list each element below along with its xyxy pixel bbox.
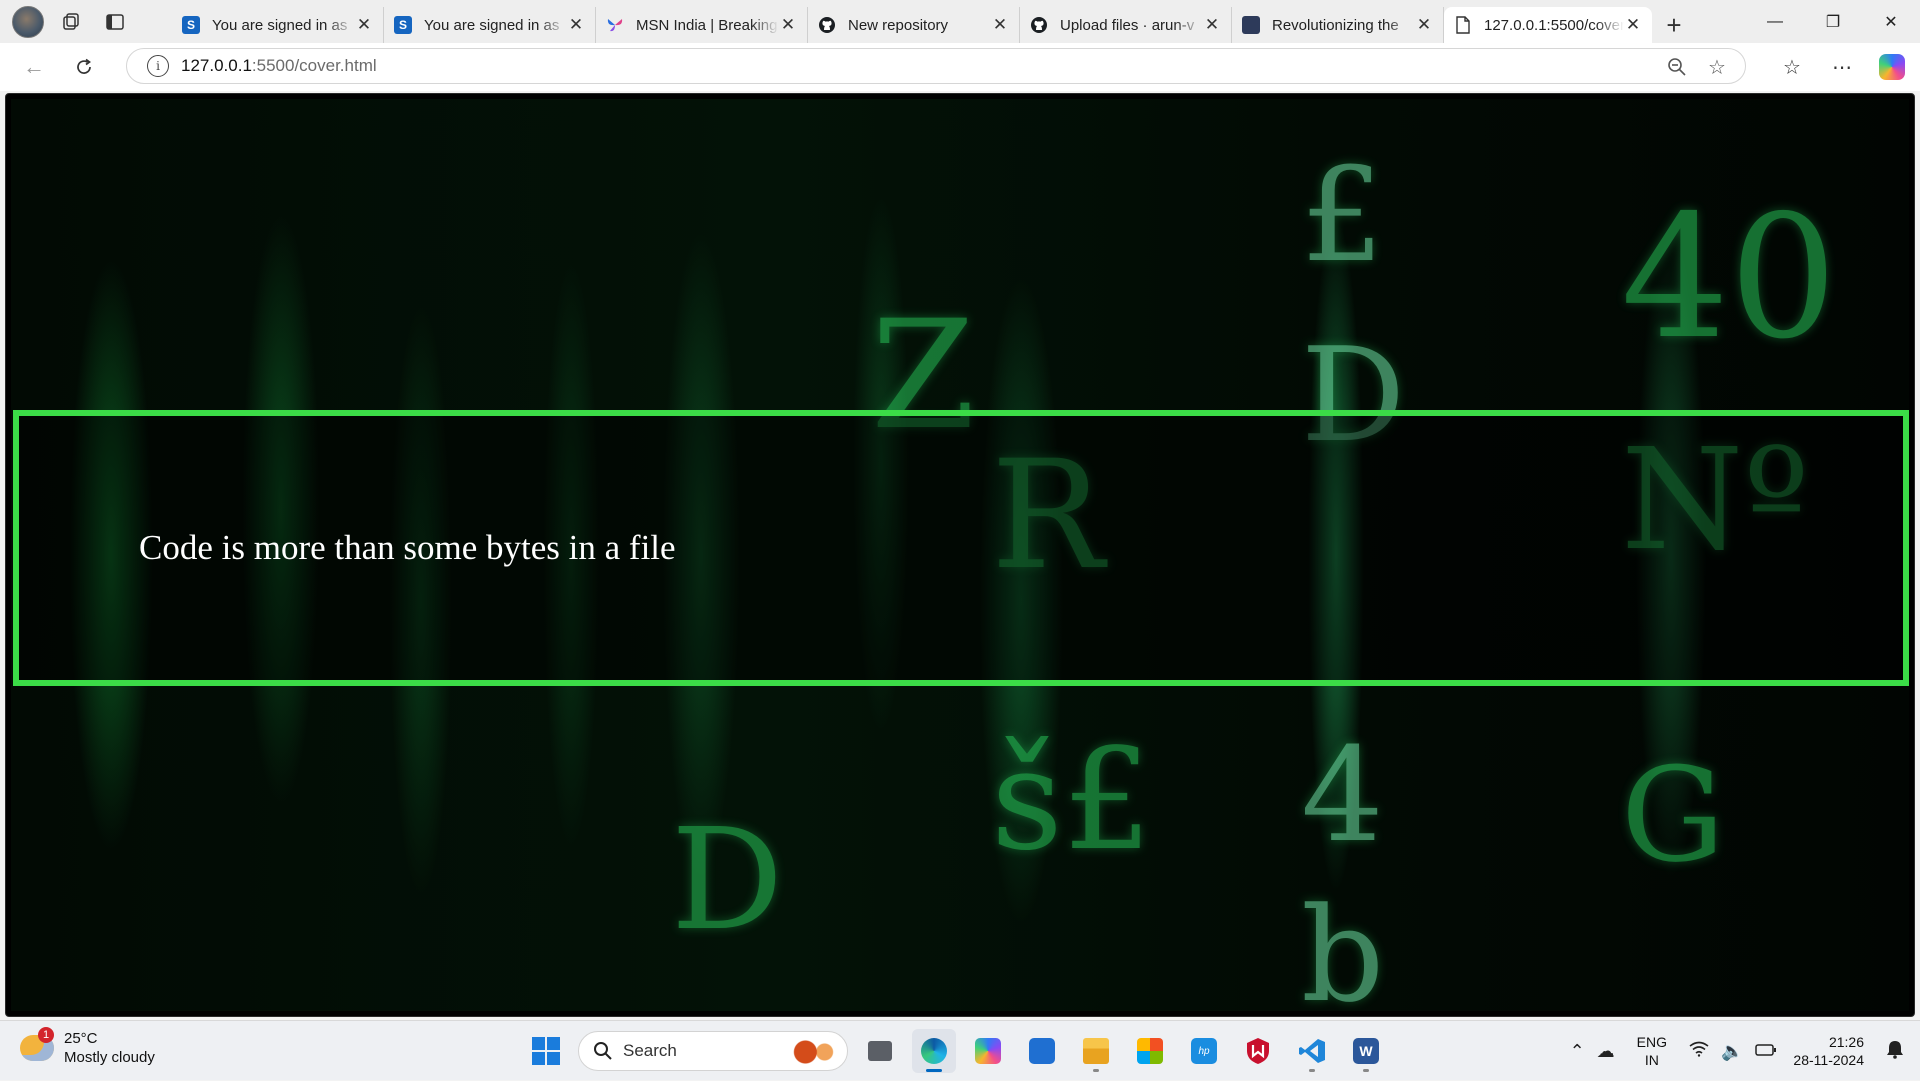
close-tab-icon[interactable]: ✕: [1415, 15, 1433, 35]
tab-title: Revolutionizing the: [1272, 16, 1399, 34]
close-tab-icon[interactable]: ✕: [991, 15, 1009, 35]
workspaces-icon[interactable]: [54, 5, 88, 39]
file-explorer-icon[interactable]: [1074, 1029, 1118, 1073]
tab-title: 127.0.0.1:5500/cover: [1484, 16, 1624, 34]
s-icon: S: [182, 16, 200, 34]
url-text[interactable]: 127.0.0.1:5500/cover.html: [181, 56, 377, 76]
s-icon: S: [394, 16, 412, 34]
page-viewport: Z R £ D 4 b 40 Nº G š£ D Code is more th…: [5, 93, 1915, 1017]
onedrive-sync-icon[interactable]: ☁: [1597, 1041, 1615, 1062]
myhp-icon[interactable]: hp: [1182, 1029, 1226, 1073]
github-icon: [818, 16, 836, 34]
url-path: :5500/cover.html: [251, 56, 377, 75]
weather-cloud-icon: 1: [20, 1027, 54, 1061]
reload-icon[interactable]: [64, 47, 104, 87]
restore-button[interactable]: ❐: [1804, 0, 1862, 43]
weather-temp: 25°C: [64, 1030, 98, 1047]
page-icon: [1454, 16, 1472, 34]
wifi-icon[interactable]: [1689, 1041, 1709, 1062]
search-icon: [594, 1042, 612, 1060]
copilot-app-icon[interactable]: [966, 1029, 1010, 1073]
vscode-icon[interactable]: [1290, 1029, 1334, 1073]
tab-revolutionizing[interactable]: Revolutionizing the ✕: [1232, 7, 1444, 43]
address-bar[interactable]: i 127.0.0.1:5500/cover.html ☆: [126, 48, 1746, 84]
quote-banner: Code is more than some bytes in a file: [13, 410, 1909, 686]
banner-text: Code is more than some bytes in a file: [139, 528, 676, 567]
language-line2: IN: [1644, 1052, 1659, 1068]
favorites-icon[interactable]: ☆: [1772, 47, 1812, 87]
close-tab-icon[interactable]: ✕: [567, 15, 585, 35]
notification-badge: 1: [38, 1027, 54, 1043]
tab-msn[interactable]: MSN India | Breaking ✕: [596, 7, 808, 43]
language-line1: ENG: [1636, 1034, 1667, 1050]
matrix-glyph: D: [671, 799, 784, 962]
system-tray: ⌃ ☁ ENG IN 🔈 21:26 28-11-2024: [1564, 1021, 1920, 1081]
matrix-glyph: 4: [1301, 719, 1384, 871]
clock-time: 21:26: [1828, 1034, 1864, 1050]
tab-upload-files[interactable]: Upload files · arun-v ✕: [1020, 7, 1232, 43]
matrix-glyph: š£: [991, 719, 1152, 882]
task-view-icon[interactable]: [858, 1029, 902, 1073]
start-button[interactable]: [524, 1029, 568, 1073]
tab-new-repository[interactable]: New repository ✕: [808, 7, 1020, 43]
new-tab-button[interactable]: +: [1652, 7, 1696, 43]
notification-bell-icon[interactable]: [1886, 1039, 1904, 1064]
clock[interactable]: 21:26 28-11-2024: [1793, 1033, 1864, 1069]
copilot-icon[interactable]: [1879, 54, 1905, 80]
close-tab-icon[interactable]: ✕: [1203, 15, 1221, 35]
close-tab-icon[interactable]: ✕: [355, 15, 373, 35]
zoom-out-icon[interactable]: [1663, 53, 1691, 81]
browser-toolbar: ← i 127.0.0.1:5500/cover.html ☆ ☆ ⋯: [0, 43, 1920, 91]
volume-icon[interactable]: 🔈: [1721, 1041, 1743, 1062]
tab-title: You are signed in as: [212, 16, 348, 34]
url-host: 127.0.0.1: [181, 56, 252, 75]
minimize-button[interactable]: —: [1746, 0, 1804, 43]
tab-signed-in-2[interactable]: S You are signed in as ✕: [384, 7, 596, 43]
close-tab-icon[interactable]: ✕: [1624, 15, 1642, 35]
profile-avatar[interactable]: [12, 5, 44, 38]
tab-title: Upload files · arun-v: [1060, 16, 1195, 34]
search-highlight-icon: [791, 1038, 839, 1066]
weather-condition: Mostly cloudy: [64, 1049, 155, 1066]
taskbar: 1 25°C Mostly cloudy Search hp W ⌃ ☁ ENG…: [0, 1020, 1920, 1080]
tab-cover-html[interactable]: 127.0.0.1:5500/cover ✕: [1444, 7, 1652, 43]
matrix-glyph: 40: [1621, 179, 1838, 377]
tab-signed-in-1[interactable]: S You are signed in as ✕: [172, 7, 384, 43]
battery-icon[interactable]: [1755, 1041, 1777, 1062]
tab-title: You are signed in as: [424, 16, 560, 34]
widgets-app-icon[interactable]: [1020, 1029, 1064, 1073]
more-options-icon[interactable]: ⋯: [1822, 47, 1862, 87]
taskbar-search[interactable]: Search: [578, 1031, 848, 1071]
mcafee-shield-icon[interactable]: [1236, 1029, 1280, 1073]
vertical-tabs-icon[interactable]: [98, 5, 132, 39]
favorite-star-icon[interactable]: ☆: [1703, 53, 1731, 81]
windows-logo-icon: [532, 1037, 560, 1065]
edge-browser-icon[interactable]: [912, 1029, 956, 1073]
site-icon: [1242, 16, 1260, 34]
word-icon[interactable]: W: [1344, 1029, 1388, 1073]
search-label: Search: [623, 1041, 677, 1060]
tab-title: MSN India | Breaking: [636, 16, 778, 34]
matrix-glyph: b: [1301, 879, 1385, 1017]
close-window-button[interactable]: ✕: [1862, 0, 1920, 43]
close-tab-icon[interactable]: ✕: [779, 15, 797, 35]
github-icon: [1030, 16, 1048, 34]
msn-butterfly-icon: [606, 16, 624, 34]
weather-widget[interactable]: 1 25°C Mostly cloudy: [20, 1027, 155, 1067]
matrix-glyph: G: [1621, 739, 1725, 891]
tab-strip: S You are signed in as ✕ S You are signe…: [0, 0, 1920, 43]
matrix-glyph: £: [1301, 139, 1384, 291]
microsoft-store-icon[interactable]: [1128, 1029, 1172, 1073]
site-info-icon[interactable]: i: [147, 55, 169, 77]
chevron-up-icon[interactable]: ⌃: [1570, 1041, 1585, 1062]
back-arrow-icon[interactable]: ←: [14, 47, 54, 87]
language-indicator[interactable]: ENG IN: [1637, 1033, 1667, 1069]
clock-date: 28-11-2024: [1793, 1052, 1864, 1068]
tab-title: New repository: [848, 16, 949, 34]
